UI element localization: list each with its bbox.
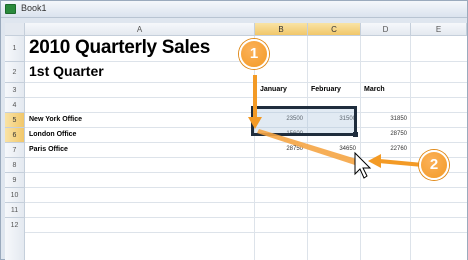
excel-window: Book1 A B C D E 1 2 3 4 5 6 7 8 9 10 11 … [0, 0, 468, 260]
step-callout-2: 2 [419, 150, 449, 180]
annotation-overlay [248, 75, 424, 179]
step-callout-1: 1 [239, 39, 269, 69]
mouse-pointer-icon [354, 151, 372, 179]
